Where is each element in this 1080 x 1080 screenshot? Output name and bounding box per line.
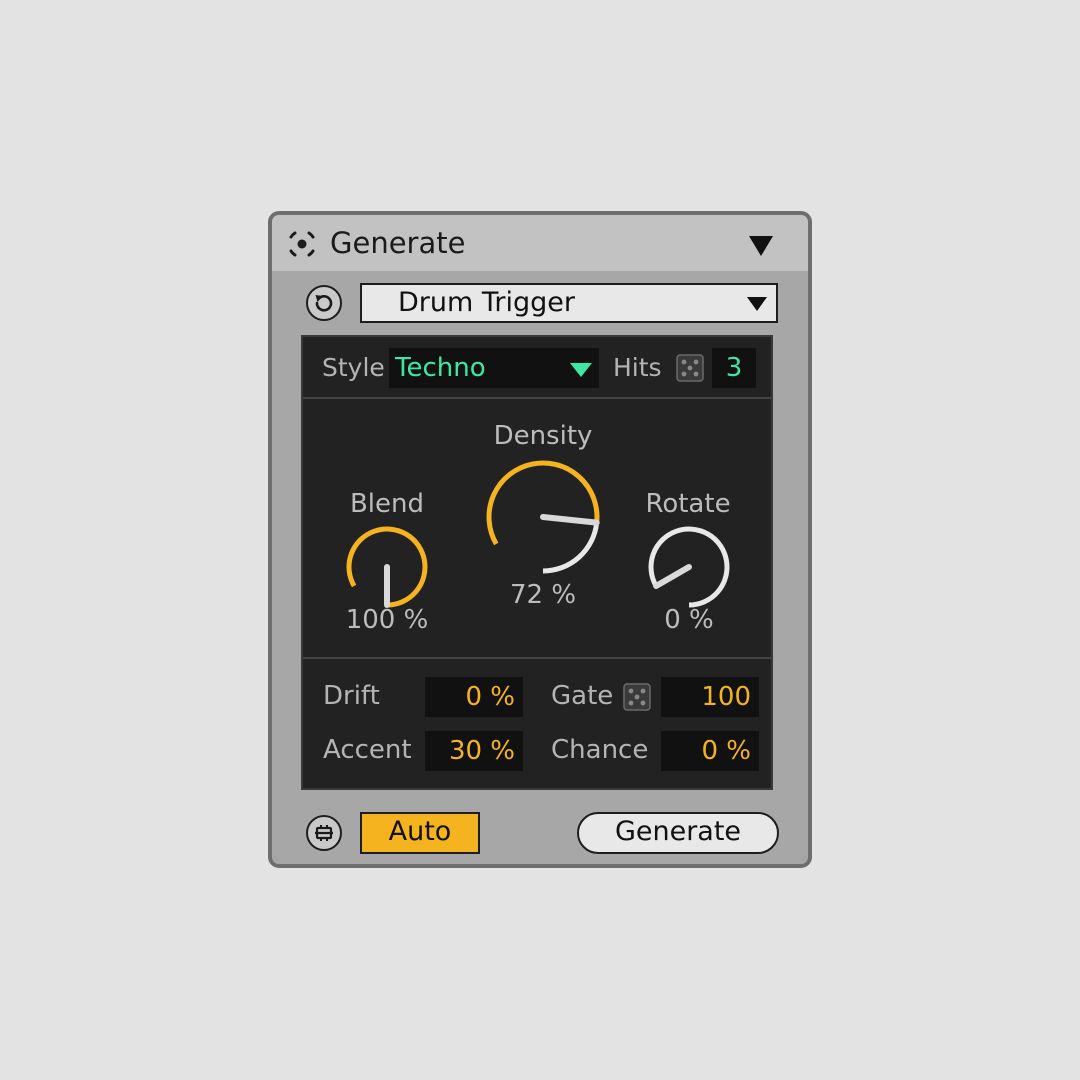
triangle-down-icon[interactable] bbox=[748, 235, 774, 257]
style-dropdown[interactable]: Techno bbox=[389, 348, 599, 388]
rotate-label: Rotate bbox=[645, 489, 731, 519]
gate-label: Gate bbox=[551, 681, 614, 711]
accent-label: Accent bbox=[323, 735, 412, 765]
drift-value[interactable]: 0 % bbox=[425, 677, 523, 717]
device-title: Generate bbox=[330, 226, 466, 260]
auto-button[interactable]: Auto bbox=[360, 812, 480, 854]
triangle-down-icon bbox=[570, 363, 592, 377]
reset-circle-arrow-icon bbox=[315, 295, 333, 312]
preset-selected: Drum Trigger bbox=[398, 287, 576, 318]
generate-device: Generate Drum Trigger Style Techno Hits bbox=[268, 211, 812, 868]
style-value: Techno bbox=[395, 353, 486, 383]
hits-value[interactable]: 3 bbox=[712, 348, 756, 388]
clip-loop-button[interactable] bbox=[306, 815, 342, 851]
density-knob[interactable] bbox=[473, 447, 613, 587]
density-value: 72 % bbox=[509, 580, 577, 610]
accent-value[interactable]: 30 % bbox=[425, 731, 523, 771]
drift-label: Drift bbox=[323, 681, 380, 711]
preset-dropdown[interactable]: Drum Trigger bbox=[360, 283, 778, 323]
rotate-knob[interactable] bbox=[639, 517, 739, 617]
style-label: Style bbox=[322, 353, 385, 382]
chance-value[interactable]: 0 % bbox=[661, 731, 759, 771]
parameter-panel: Style Techno Hits 3 Blend 100 % Density … bbox=[301, 335, 773, 790]
hits-label: Hits bbox=[613, 353, 662, 382]
chance-label: Chance bbox=[551, 735, 649, 765]
generate-button[interactable]: Generate bbox=[577, 812, 779, 854]
device-title-bar[interactable]: Generate bbox=[272, 215, 808, 271]
knob-track bbox=[542, 522, 600, 574]
dice-icon[interactable] bbox=[623, 683, 651, 711]
blend-value: 100 % bbox=[345, 605, 429, 635]
blend-label: Blend bbox=[349, 489, 425, 519]
blend-knob[interactable] bbox=[337, 517, 437, 617]
gate-value[interactable]: 100 bbox=[661, 677, 759, 717]
divider bbox=[303, 397, 771, 399]
knob-needle bbox=[653, 564, 692, 589]
target-dot-icon[interactable] bbox=[287, 229, 317, 259]
style-hits-row: Style Techno Hits 3 bbox=[303, 337, 771, 397]
divider bbox=[303, 657, 771, 659]
dice-icon[interactable] bbox=[676, 354, 704, 382]
clip-loop-icon bbox=[315, 825, 333, 841]
rotate-value: 0 % bbox=[664, 605, 714, 635]
triangle-down-icon bbox=[747, 297, 767, 311]
reset-button[interactable] bbox=[306, 285, 342, 321]
knob-needle bbox=[540, 514, 600, 526]
knob-value-arc bbox=[486, 460, 600, 546]
